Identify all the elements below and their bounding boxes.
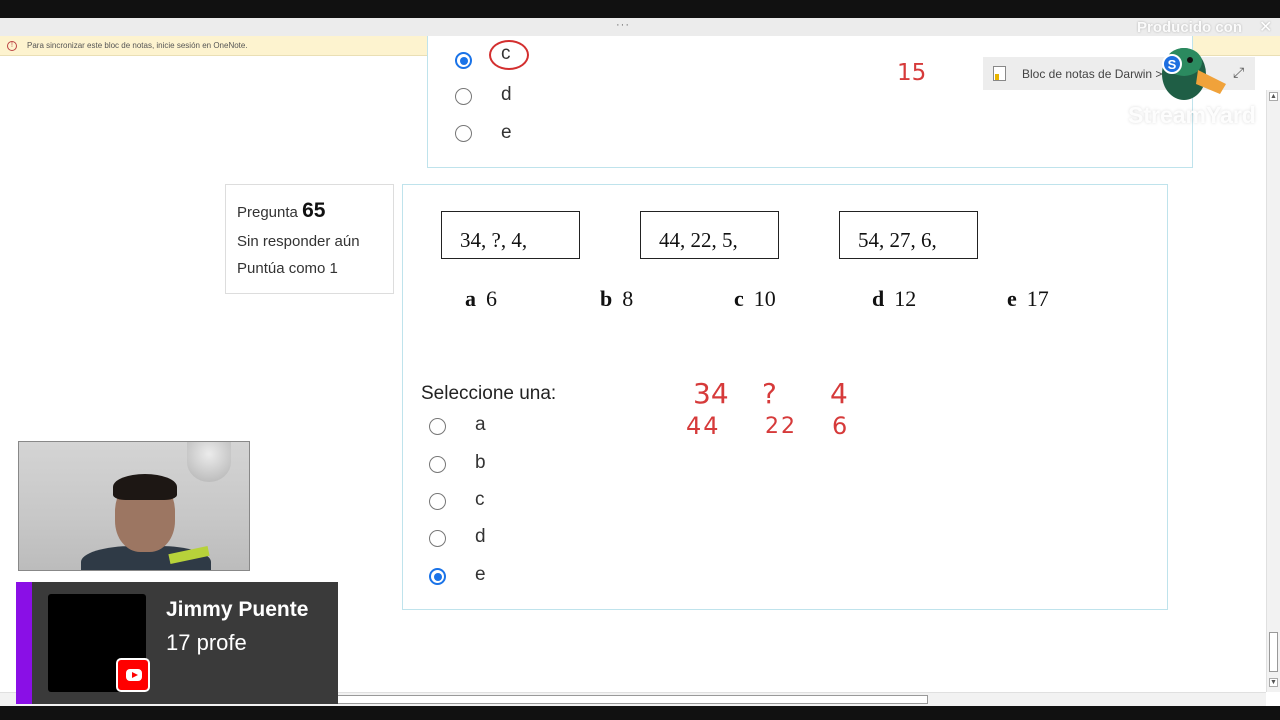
prev-option-d-label: d [501, 84, 512, 105]
option-b-radio[interactable] [429, 456, 446, 473]
prev-option-d-radio[interactable] [455, 88, 472, 105]
scroll-down-icon[interactable]: ▼ [1269, 678, 1278, 687]
answer-choice-e: e 17 [1007, 286, 1049, 312]
answer-choice-d: d 12 [872, 286, 916, 312]
answer-choice-b: b8 [600, 286, 633, 312]
prev-option-e-label: e [501, 122, 512, 143]
question-number: 65 [302, 199, 326, 222]
option-c-radio[interactable] [429, 493, 446, 510]
sequence-box-3: 54, 27, 6, [839, 211, 978, 259]
answer-choice-c: c 10 [734, 286, 776, 312]
option-a-label[interactable]: a [475, 414, 486, 436]
top-bar [0, 0, 1280, 18]
vertical-scroll-thumb[interactable] [1269, 632, 1278, 672]
previous-question-card [427, 36, 1193, 168]
presenter-hair [113, 474, 177, 500]
presenter-name: Jimmy Puente [166, 598, 309, 621]
expand-icon[interactable]: ⤢ [1233, 64, 1244, 81]
option-b-label[interactable]: b [475, 452, 486, 474]
streamyard-watermark: StreamYard [1128, 102, 1256, 128]
question-score: Puntúa como 1 [237, 260, 338, 277]
answer-letter: a [465, 286, 476, 311]
option-e-label[interactable]: e [475, 564, 486, 586]
question-info-box: Pregunta 65 Sin responder aún Puntúa com… [225, 184, 394, 294]
window-handle-dots[interactable]: ··· [616, 19, 630, 31]
vertical-scrollbar[interactable]: ▲ ▼ [1266, 90, 1280, 692]
option-a-radio[interactable] [429, 418, 446, 435]
warning-icon: ! [7, 41, 17, 51]
answer-letter: e [1007, 286, 1017, 311]
handwritten-r1-c: 4 [830, 377, 848, 410]
window-titlebar: ··· [0, 18, 1280, 36]
handwritten-r1-a: 34 [693, 377, 729, 410]
bottom-bar [0, 706, 1280, 720]
youtube-icon [116, 658, 150, 692]
option-e-radio[interactable] [429, 568, 446, 585]
youtube-name-banner: Jimmy Puente 17 profe [16, 582, 338, 704]
answer-letter: c [734, 286, 744, 311]
presenter-subtitle: 17 profe [166, 630, 247, 655]
notebook-label[interactable]: Bloc de notas de Darwin > [1022, 67, 1162, 81]
handwritten-r2-b: 22 [765, 414, 797, 439]
sync-message[interactable]: Para sincronizar este bloc de notas, ini… [27, 41, 248, 50]
handwritten-prev-answer: 15 [897, 60, 927, 86]
handwritten-r2-c: 6 [832, 412, 848, 440]
duck-badge-letter: S [1168, 57, 1177, 72]
prev-option-c-label: c [501, 43, 511, 64]
pregunta-label: Pregunta [237, 204, 298, 221]
answer-value: 6 [486, 286, 497, 311]
option-d-label[interactable]: d [475, 526, 486, 548]
handwritten-r1-b: ? [762, 377, 777, 410]
select-prompt: Seleccione una: [421, 383, 557, 404]
handwritten-r2-a: 44 [686, 412, 721, 440]
answer-letter: b [600, 286, 613, 311]
option-c-label[interactable]: c [475, 489, 485, 511]
option-d-radio[interactable] [429, 530, 446, 547]
answer-choice-a: a6 [465, 286, 497, 312]
banner-accent-stripe [16, 582, 32, 704]
webcam-feed [18, 441, 250, 571]
answer-value: 8 [622, 286, 634, 311]
notebook-icon [993, 66, 1006, 81]
scroll-up-icon[interactable]: ▲ [1269, 92, 1278, 101]
answer-value: 17 [1026, 286, 1049, 311]
sequence-box-1: 34, ?, 4, [441, 211, 580, 259]
sequence-box-2: 44, 22, 5, [640, 211, 779, 259]
answer-value: 10 [753, 286, 776, 311]
close-icon[interactable]: ✕ [1259, 17, 1272, 37]
chandelier-shape [187, 442, 231, 482]
answer-value: 12 [894, 286, 917, 311]
produced-by-label: Producido con [1137, 19, 1242, 36]
question-status: Sin responder aún [237, 233, 360, 250]
prev-option-c-radio[interactable] [455, 52, 472, 69]
streamyard-duck-logo: S [1162, 48, 1226, 100]
question-number-line: Pregunta 65 [237, 199, 393, 223]
answer-letter: d [872, 286, 885, 311]
prev-option-e-radio[interactable] [455, 125, 472, 142]
